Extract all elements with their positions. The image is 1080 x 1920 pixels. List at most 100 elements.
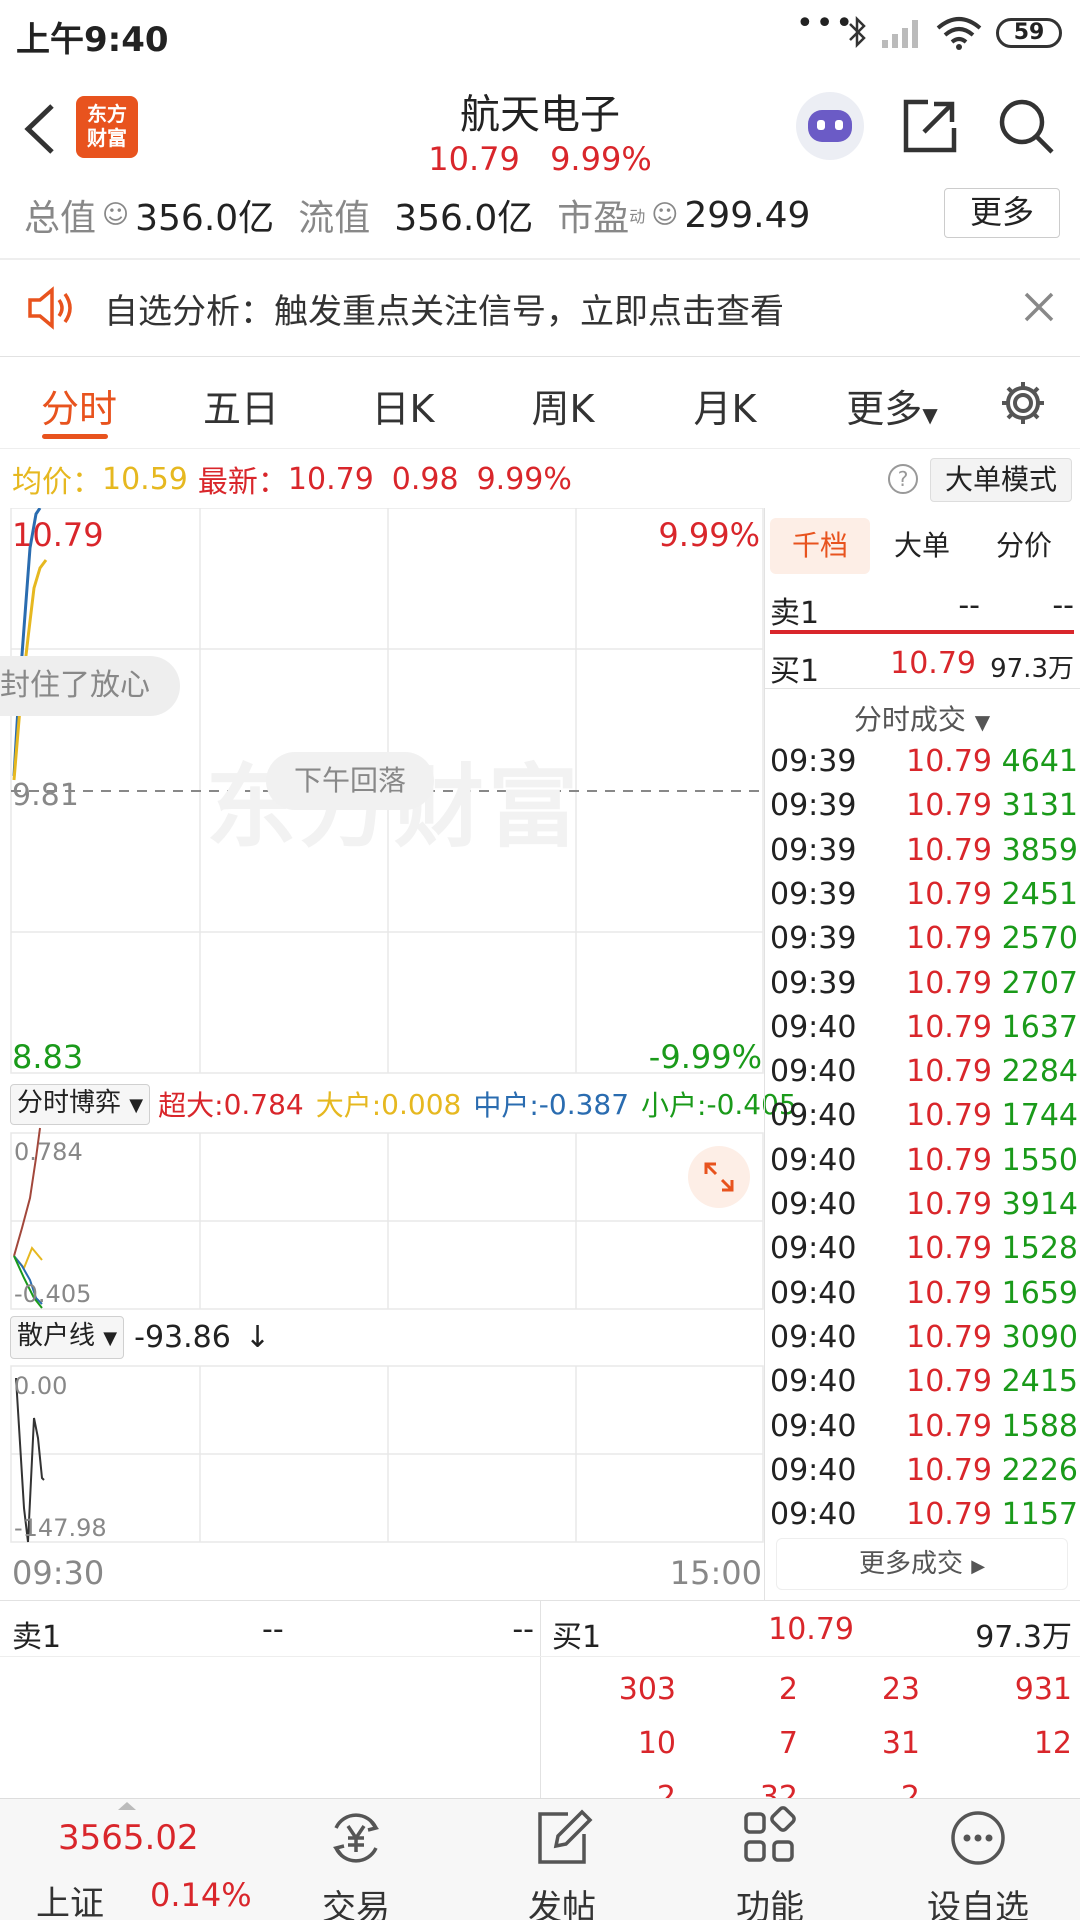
more-trades-button[interactable]: 更多成交 ▶ (776, 1538, 1068, 1590)
trade-volume: 1528 (1001, 1231, 1078, 1267)
tab-weekly-k[interactable]: 周K (488, 378, 638, 433)
tab-active-indicator (42, 434, 108, 439)
index-ticker[interactable]: 3565.02 上证 0.14% (0, 1800, 252, 1920)
trade-time: 09:39 (770, 921, 857, 957)
header: 东方 财富 航天电子 10.79 9.99% (0, 66, 1080, 188)
tab-intraday[interactable]: 分时 (4, 378, 154, 433)
chart-low-label: 8.83 (12, 1038, 84, 1076)
queue-cell: 303 (618, 1672, 676, 1707)
brand-line-1: 东方 (87, 102, 127, 126)
queue-cell: 7 (778, 1726, 798, 1761)
more-circle-icon (951, 1811, 1005, 1865)
trade-row: 09:39 10.79 2451 (770, 877, 1080, 921)
orderbook-bar (770, 630, 1074, 634)
queue-cell: 931 (1014, 1672, 1072, 1707)
trade-volume: 1550 (1001, 1142, 1078, 1178)
tab-level1000[interactable]: 千档 (770, 518, 870, 574)
back-arrow-icon[interactable] (20, 102, 60, 156)
stock-title[interactable]: 航天电子 (340, 82, 740, 140)
header-change-pct: 9.99% (550, 140, 652, 178)
chevron-down-icon: ▼ (922, 403, 938, 427)
robot-assistant-icon[interactable] (796, 92, 864, 160)
total-info-icon[interactable]: ☺ (102, 200, 129, 230)
tab-more-label: 更多 (846, 387, 923, 431)
big-label: 大户: (315, 1089, 382, 1122)
total-label: 总值 (24, 198, 97, 239)
trades-title-toggle[interactable]: 分时成交 ▼ (764, 698, 1080, 738)
comment-bubble-1[interactable]: 封住了放心 (0, 656, 180, 716)
close-banner-icon[interactable] (1022, 290, 1056, 324)
caret-up-icon (118, 1802, 136, 1810)
fund-selector[interactable]: 分时博弈 ▼ (10, 1083, 151, 1125)
mid-value: -0.387 (538, 1087, 630, 1121)
trade-volume: 3914 (1001, 1187, 1078, 1222)
side-buy1-label: 买1 (770, 654, 820, 689)
tab-more[interactable]: 更多▼ (832, 378, 952, 433)
edit-icon (538, 1809, 593, 1864)
brand-line-2: 财富 (87, 126, 127, 150)
header-quote: 10.79 9.99% (340, 140, 740, 178)
chart-high-label: 10.79 (12, 516, 104, 554)
big-order-mode-button[interactable]: 大单模式 (930, 458, 1072, 502)
trade-time: 09:40 (770, 1364, 857, 1400)
nav-add-watchlist[interactable]: 设自选 (870, 1800, 1080, 1920)
trade-volume: 2451 (1001, 876, 1078, 912)
trade-row: 09:39 10.79 3859 (770, 833, 1080, 877)
trade-row: 09:40 10.79 1157 (770, 1497, 1080, 1541)
nav-post[interactable]: 发帖 (454, 1800, 670, 1920)
pe-label: 市盈 (557, 198, 630, 239)
retail-selector[interactable]: 散户线 ▼ (10, 1315, 125, 1359)
latest-value: 10.79 (287, 461, 374, 497)
trade-time: 09:39 (770, 876, 857, 912)
trade-row: 09:40 10.79 1528 (770, 1231, 1080, 1275)
search-icon[interactable] (996, 96, 1056, 156)
trade-price: 10.79 (906, 1408, 992, 1444)
price-info-bar: 均价： 10.59 最新： 10.79 0.98 9.99% (12, 456, 572, 502)
tab-five-day[interactable]: 五日 (166, 378, 316, 433)
trade-row: 09:40 10.79 2284 (770, 1054, 1080, 1098)
tab-daily-k[interactable]: 日K (328, 378, 478, 433)
chart-mid-label: 9.81 (12, 778, 79, 813)
trade-price: 10.79 (906, 1187, 992, 1222)
trade-time: 09:40 (770, 1231, 857, 1267)
trade-price: 10.79 (906, 1098, 992, 1134)
nav-trade[interactable]: 交易 (248, 1800, 464, 1920)
trade-row: 09:40 10.79 3914 (770, 1187, 1080, 1231)
super-label: 超大: (158, 1089, 224, 1122)
trade-price: 10.79 (906, 832, 992, 868)
trade-time: 09:40 (770, 1187, 857, 1222)
avg-value: 10.59 (102, 461, 188, 497)
yen-exchange-icon (333, 1813, 379, 1863)
metrics-row: 总值 ☺ 356.0亿 流值 356.0亿 市盈 动 ☺ 299.49 (24, 190, 810, 240)
expand-icon[interactable] (688, 1146, 750, 1208)
latest-change-pct: 9.99% (476, 461, 572, 497)
banner-text[interactable]: 自选分析：触发重点关注信号，立即点击查看 (104, 284, 784, 333)
queue-cell: 23 (881, 1672, 920, 1707)
trade-price: 10.79 (906, 1054, 992, 1090)
nav-post-label: 发帖 (528, 1888, 596, 1920)
triangle-right-icon: ▶ (971, 1556, 986, 1577)
help-icon[interactable]: ? (888, 464, 918, 494)
header-price: 10.79 (428, 140, 520, 178)
tab-monthly-k[interactable]: 月K (650, 378, 800, 433)
queue-cell: 2 (778, 1672, 798, 1707)
status-time: 上午9:40 (16, 20, 169, 60)
float-label: 流值 (298, 198, 371, 239)
trade-row: 09:39 10.79 2570 (770, 921, 1080, 965)
pe-info-icon[interactable]: ☺ (651, 200, 678, 230)
comment-bubble-2[interactable]: 下午回落 (266, 752, 435, 810)
share-icon[interactable] (900, 96, 960, 156)
nav-function[interactable]: 功能 (662, 1800, 878, 1920)
trade-volume: 3090 (1001, 1319, 1078, 1355)
retail-selector-label: 散户线 (17, 1320, 96, 1351)
gear-icon[interactable] (998, 378, 1048, 428)
chart-low-pct: -9.99% (648, 1038, 762, 1076)
trade-price: 10.79 (906, 965, 992, 1001)
side-sell1-price: -- (958, 588, 980, 623)
brand-logo[interactable]: 东方 财富 (76, 96, 138, 158)
tab-big-order[interactable]: 大单 (872, 518, 972, 574)
more-metrics-button[interactable]: 更多 (944, 188, 1060, 238)
buy-queue: 303 2 23 931 10 7 31 12 2 32 2 (540, 1662, 1080, 1798)
tab-price-split[interactable]: 分价 (974, 518, 1074, 574)
trade-volume: 1637 (1001, 1009, 1078, 1045)
